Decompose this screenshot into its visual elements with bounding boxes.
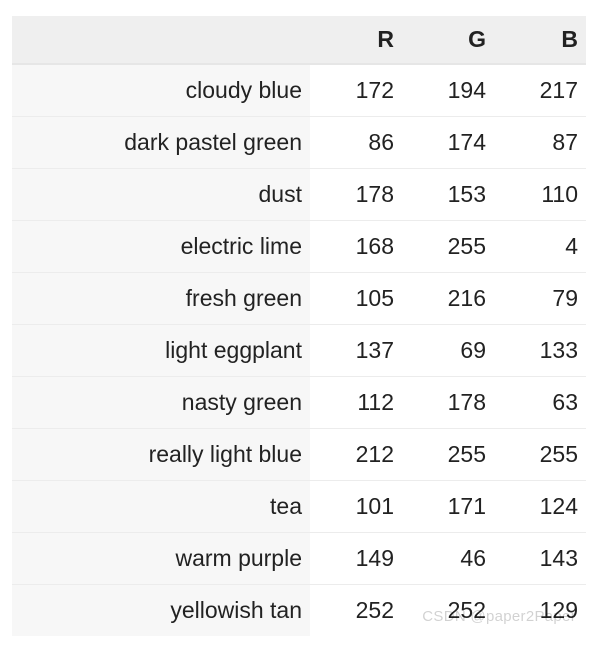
- table-row: electric lime 168 255 4: [12, 221, 586, 273]
- value-r: 212: [310, 429, 402, 481]
- col-header-r: R: [310, 16, 402, 64]
- table-row: fresh green 105 216 79: [12, 273, 586, 325]
- value-g: 252: [402, 585, 494, 637]
- value-b: 63: [494, 377, 586, 429]
- value-b: 87: [494, 117, 586, 169]
- value-g: 69: [402, 325, 494, 377]
- value-b: 133: [494, 325, 586, 377]
- value-b: 217: [494, 64, 586, 117]
- color-name: warm purple: [12, 533, 310, 585]
- value-g: 216: [402, 273, 494, 325]
- value-g: 174: [402, 117, 494, 169]
- col-header-name: [12, 16, 310, 64]
- color-name: tea: [12, 481, 310, 533]
- value-r: 101: [310, 481, 402, 533]
- value-r: 86: [310, 117, 402, 169]
- value-g: 178: [402, 377, 494, 429]
- table-row: tea 101 171 124: [12, 481, 586, 533]
- value-r: 178: [310, 169, 402, 221]
- value-r: 137: [310, 325, 402, 377]
- color-name: dark pastel green: [12, 117, 310, 169]
- color-name: dust: [12, 169, 310, 221]
- value-b: 79: [494, 273, 586, 325]
- value-g: 255: [402, 221, 494, 273]
- value-b: 124: [494, 481, 586, 533]
- color-name: cloudy blue: [12, 64, 310, 117]
- table-row: yellowish tan 252 252 129: [12, 585, 586, 637]
- color-name: electric lime: [12, 221, 310, 273]
- table-row: dark pastel green 86 174 87: [12, 117, 586, 169]
- value-r: 168: [310, 221, 402, 273]
- value-g: 194: [402, 64, 494, 117]
- value-g: 255: [402, 429, 494, 481]
- rgb-color-table: R G B cloudy blue 172 194 217 dark paste…: [12, 16, 586, 636]
- table-row: dust 178 153 110: [12, 169, 586, 221]
- value-b: 110: [494, 169, 586, 221]
- value-r: 112: [310, 377, 402, 429]
- col-header-b: B: [494, 16, 586, 64]
- table-row: nasty green 112 178 63: [12, 377, 586, 429]
- color-name: nasty green: [12, 377, 310, 429]
- value-r: 149: [310, 533, 402, 585]
- value-g: 171: [402, 481, 494, 533]
- color-name: yellowish tan: [12, 585, 310, 637]
- table-row: warm purple 149 46 143: [12, 533, 586, 585]
- value-g: 153: [402, 169, 494, 221]
- value-b: 129: [494, 585, 586, 637]
- value-r: 172: [310, 64, 402, 117]
- value-r: 252: [310, 585, 402, 637]
- table-row: really light blue 212 255 255: [12, 429, 586, 481]
- col-header-g: G: [402, 16, 494, 64]
- table-row: cloudy blue 172 194 217: [12, 64, 586, 117]
- color-name: really light blue: [12, 429, 310, 481]
- value-b: 4: [494, 221, 586, 273]
- value-b: 255: [494, 429, 586, 481]
- table-header-row: R G B: [12, 16, 586, 64]
- value-g: 46: [402, 533, 494, 585]
- value-b: 143: [494, 533, 586, 585]
- color-name: light eggplant: [12, 325, 310, 377]
- value-r: 105: [310, 273, 402, 325]
- table-row: light eggplant 137 69 133: [12, 325, 586, 377]
- color-name: fresh green: [12, 273, 310, 325]
